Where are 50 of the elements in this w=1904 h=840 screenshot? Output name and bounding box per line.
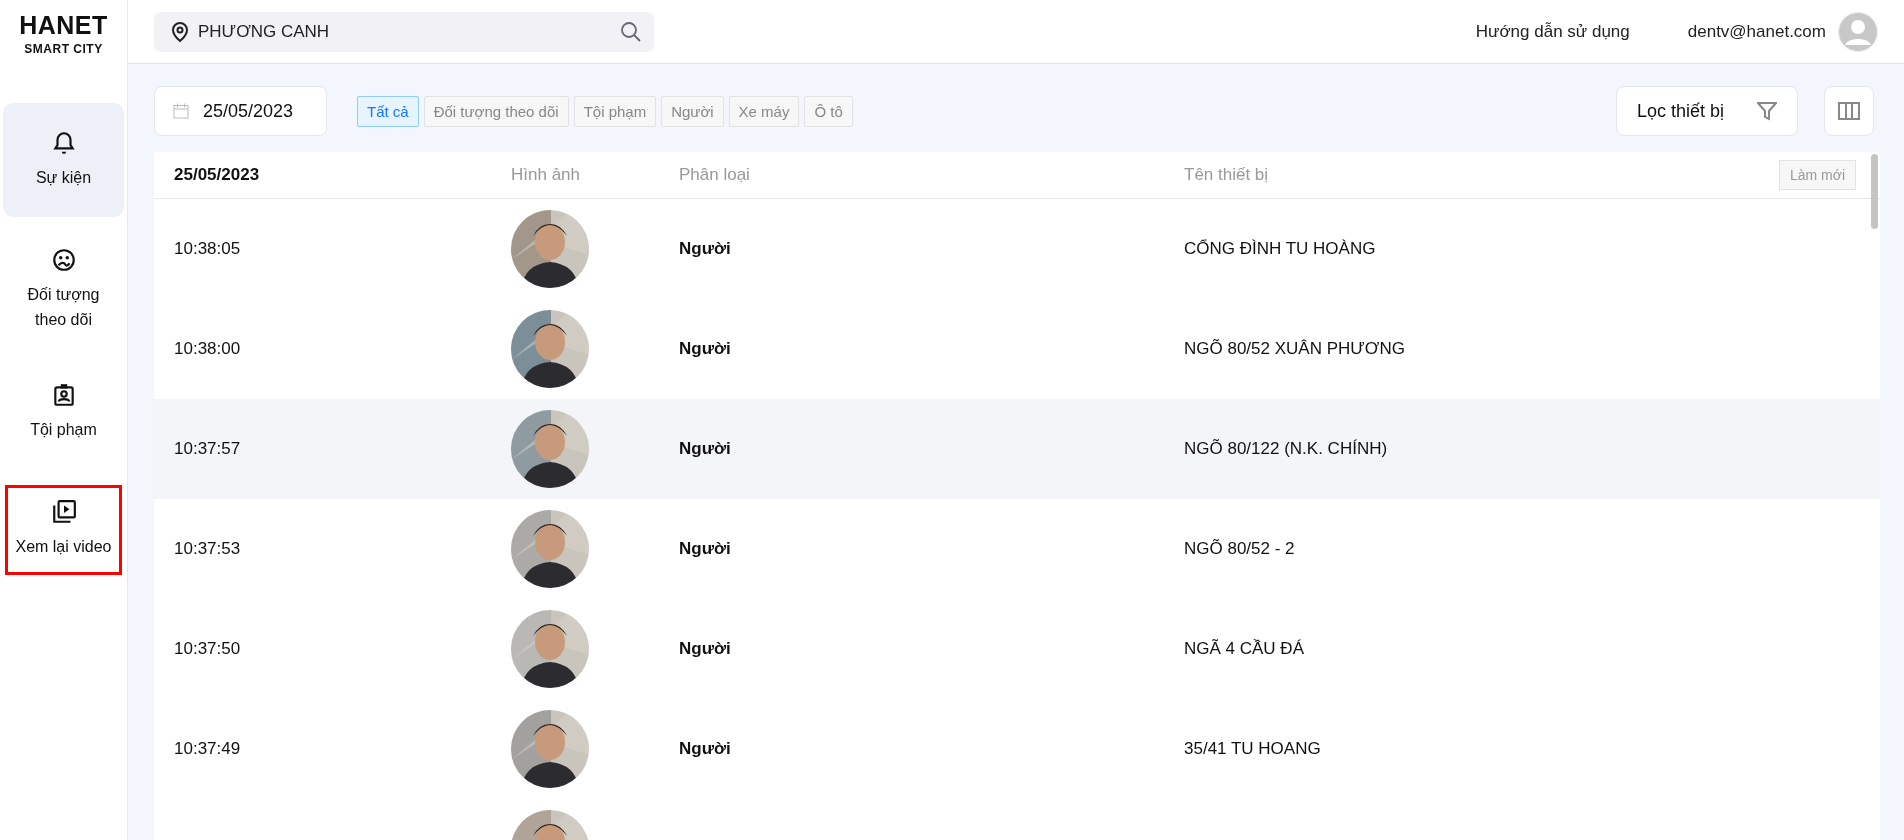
column-header: Hình ảnh: [511, 165, 581, 185]
bell-icon: [50, 129, 77, 156]
search-icon[interactable]: [620, 20, 642, 43]
category-cell-text: Người: [679, 739, 732, 759]
column-header: 25/05/2023: [174, 165, 261, 185]
category-cell-text: Người: [679, 439, 732, 459]
table-row[interactable]: 10:37:50 Người NGÃ 4 CẦU ĐÁ: [154, 599, 1880, 699]
time-cell-text: 10:37:50: [174, 639, 242, 659]
columns-icon: [1838, 102, 1860, 120]
filter-icon: [1757, 101, 1777, 121]
time-cell-text: 10:38:00: [174, 339, 242, 359]
video-library-icon: [50, 499, 77, 526]
avatar-icon[interactable]: [1838, 11, 1878, 52]
time-cell-text: 10:38:05: [174, 239, 242, 259]
help-link[interactable]: Hướng dẫn sử dụng: [1475, 21, 1630, 42]
table-row[interactable]: 10:38:05 Người CỔNG ĐÌNH TU HOÀNG: [154, 199, 1880, 299]
scrollbar[interactable]: [1871, 154, 1878, 229]
table-row[interactable]: 10:37:49 Người 35/41 TU HOANG: [154, 699, 1880, 799]
user-email: dentv@hanet.com: [1687, 21, 1826, 42]
sidebar-item[interactable]: Xem lại video: [5, 484, 122, 575]
time-cell-text: 10:37:49: [174, 739, 242, 759]
device-cell-text: NGÕ 80/52 - 2: [1184, 539, 1296, 559]
device-cell-text: CỔNG ĐÌNH TU HOÀNG: [1184, 239, 1377, 259]
category-cell-text: Người: [679, 339, 732, 359]
category-cell-text: Người: [679, 239, 732, 259]
device-cell-text: 35/41 TU HOANG: [1184, 739, 1322, 759]
table-row[interactable]: 10:37:57 Người NGÕ 80/122 (N.K. CHÍNH): [154, 399, 1880, 499]
location-pin-icon: [170, 20, 190, 43]
column-header: Tên thiết bị: [1184, 165, 1270, 185]
device-cell-text: NGÕ 80/52 XUÂN PHƯƠNG: [1184, 339, 1406, 359]
category-cell-text: Người: [679, 539, 732, 559]
logo-tagline: SMART CITY: [24, 41, 103, 56]
table-row[interactable]: 10:38:00 Người NGÕ 80/52 XUÂN PHƯƠNG: [154, 299, 1880, 399]
time-cell-text: 10:37:57: [174, 439, 242, 459]
device-cell-text: NGÕ 80/122 (N.K. CHÍNH): [1184, 439, 1389, 459]
columns-button[interactable]: [1824, 86, 1874, 136]
device-cell-text: NGÃ 4 CẦU ĐÁ: [1184, 639, 1305, 659]
sidebar-item[interactable]: Sự kiện: [3, 103, 124, 217]
sidebar-item[interactable]: Tội phạm: [3, 362, 124, 463]
sidebar-item[interactable]: Đối tượng theo dõi: [3, 239, 124, 341]
filter-tag[interactable]: Tất cả: [357, 95, 419, 127]
logo-wordmark: HANET: [19, 12, 108, 38]
time-cell-text: 10:37:53: [174, 539, 242, 559]
table-row[interactable]: 10:37:53 Người NGÕ 80/52 - 2: [154, 499, 1880, 599]
search-field[interactable]: PHƯƠNG CANH: [154, 11, 654, 52]
device-filter-button[interactable]: Lọc thiết bị: [1616, 86, 1798, 136]
category-cell-text: Người: [679, 639, 732, 659]
calendar-icon: [173, 103, 189, 119]
column-header: Phân loại: [679, 165, 751, 185]
date-picker[interactable]: 25/05/2023: [154, 86, 327, 136]
